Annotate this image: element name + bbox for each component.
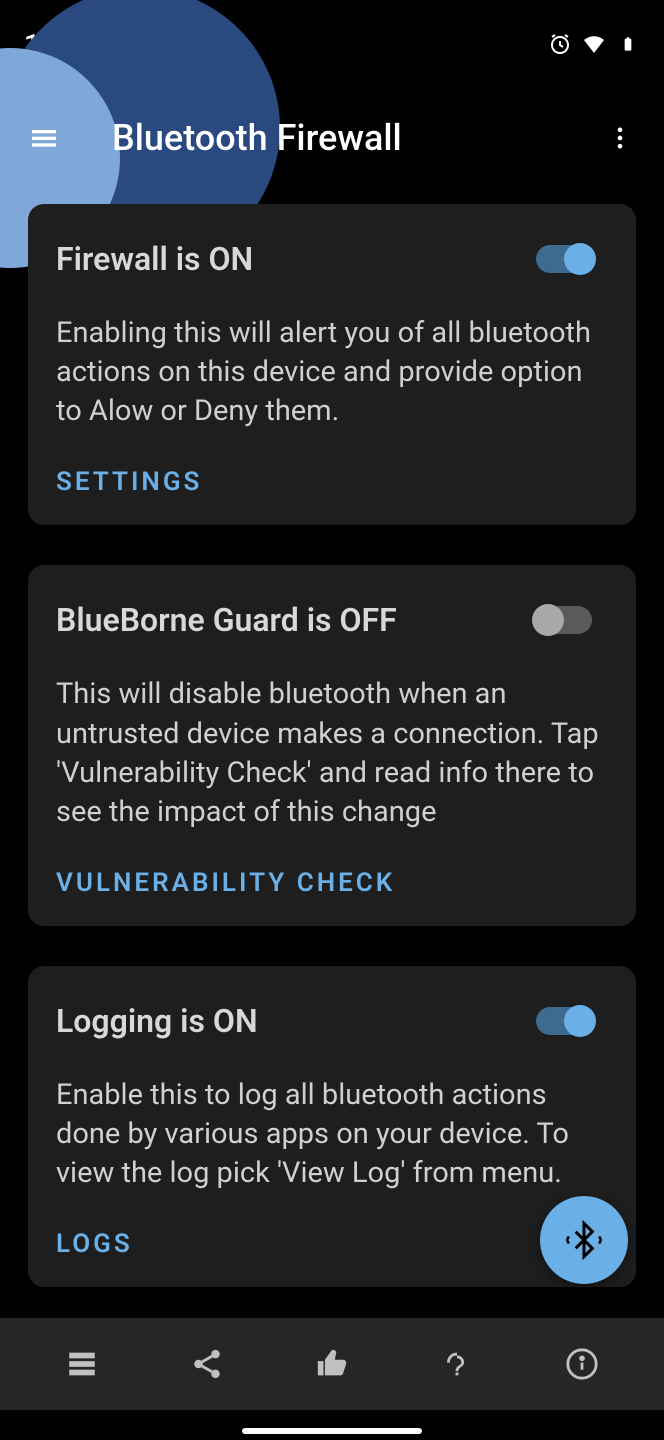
blueborne-description: This will disable bluetooth when an untr… <box>56 675 608 832</box>
nav-share-icon[interactable] <box>179 1336 235 1392</box>
blueborne-toggle[interactable] <box>536 606 592 634</box>
blueborne-card: BlueBorne Guard is OFF This will disable… <box>28 565 636 926</box>
logs-button[interactable]: LOGS <box>56 1229 608 1259</box>
nav-thumbs-up-icon[interactable] <box>304 1336 360 1392</box>
bluetooth-fab[interactable] <box>540 1196 628 1284</box>
navigation-handle[interactable] <box>242 1428 422 1434</box>
content-area: Firewall is ON Enabling this will alert … <box>0 188 664 1343</box>
status-right <box>548 32 640 56</box>
blueborne-title: BlueBorne Guard is OFF <box>56 601 536 639</box>
more-menu-icon[interactable] <box>596 114 644 162</box>
logging-description: Enable this to log all bluetooth actions… <box>56 1076 608 1193</box>
nav-storage-icon[interactable] <box>54 1336 110 1392</box>
hamburger-menu-icon[interactable] <box>20 114 68 162</box>
vulnerability-check-button[interactable]: VULNERABILITY CHECK <box>56 868 608 898</box>
firewall-description: Enabling this will alert you of all blue… <box>56 314 608 431</box>
firewall-card: Firewall is ON Enabling this will alert … <box>28 204 636 525</box>
firewall-title: Firewall is ON <box>56 240 536 278</box>
app-title: Bluetooth Firewall <box>112 117 402 159</box>
alarm-icon <box>548 32 572 56</box>
firewall-toggle[interactable] <box>536 245 592 273</box>
app-bar: Bluetooth Firewall <box>0 88 664 188</box>
logging-toggle[interactable] <box>536 1007 592 1035</box>
battery-icon <box>616 32 640 56</box>
wifi-icon <box>582 32 606 56</box>
nav-info-icon[interactable] <box>554 1336 610 1392</box>
settings-button[interactable]: SETTINGS <box>56 467 608 497</box>
logging-title: Logging is ON <box>56 1002 536 1040</box>
nav-help-icon[interactable] <box>429 1336 485 1392</box>
